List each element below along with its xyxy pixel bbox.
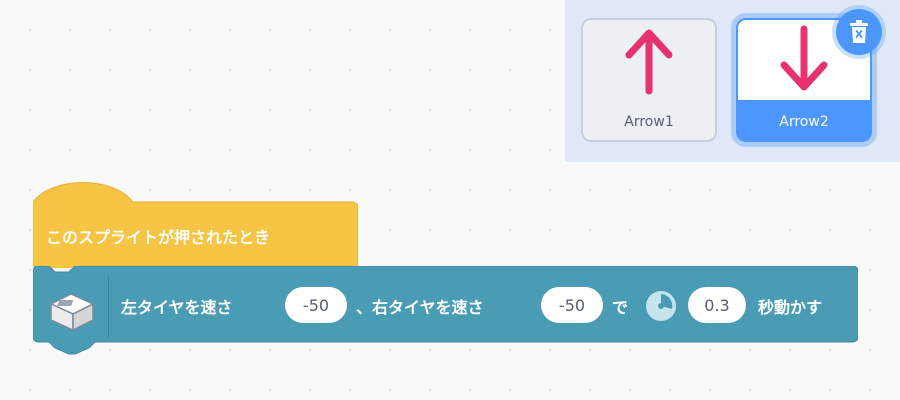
costume-thumbnail <box>583 20 715 100</box>
de-label: で <box>612 298 629 317</box>
costume-tile-arrow1[interactable]: Arrow1 <box>581 18 717 142</box>
block-divider <box>108 276 109 338</box>
arrow-up-icon <box>625 29 673 95</box>
motor-icon <box>49 293 95 332</box>
delete-costume-button[interactable] <box>836 9 882 55</box>
left-speed-input[interactable]: -50 <box>285 287 347 323</box>
trash-icon <box>850 20 868 43</box>
timer-icon <box>646 291 676 321</box>
costume-name: Arrow1 <box>624 114 674 130</box>
arrow-down-icon <box>780 25 828 91</box>
right-speed-input[interactable]: -50 <box>541 287 603 323</box>
costume-name: Arrow2 <box>779 114 829 130</box>
move-seconds-label: 秒動かす <box>758 298 823 317</box>
hat-block-label: このスプライトが押されたとき <box>46 228 271 247</box>
seconds-input[interactable]: 0.3 <box>688 287 746 323</box>
right-tire-speed-label: 、右タイヤを速さ <box>356 298 484 317</box>
left-tire-speed-label: 左タイヤを速さ <box>121 298 233 317</box>
